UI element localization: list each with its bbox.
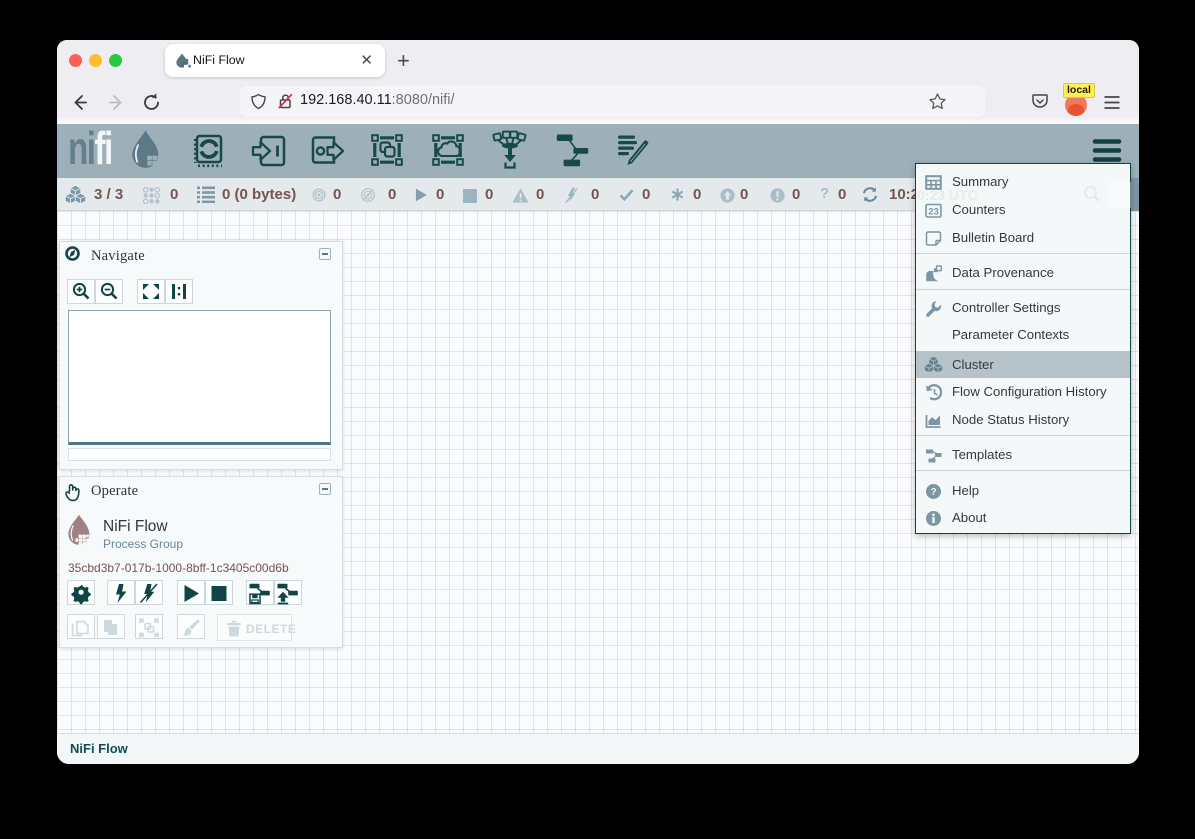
svg-text:23: 23 bbox=[928, 206, 939, 217]
svg-text:?: ? bbox=[930, 487, 936, 498]
